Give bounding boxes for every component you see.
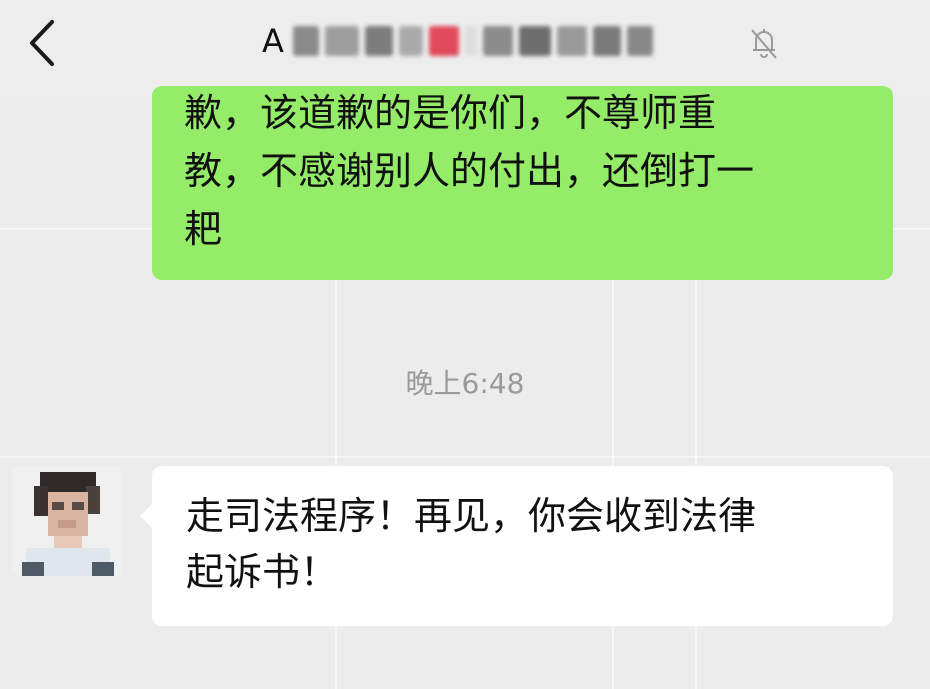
pixelated-avatar-image	[12, 466, 122, 576]
sent-message-bubble[interactable]: 歉，该道歉的是你们，不尊师重 教，不感谢别人的付出，还倒打一 耙	[152, 86, 893, 280]
grid-line	[0, 456, 930, 458]
received-message-bubble[interactable]: 走司法程序！再见，你会收到法律 起诉书！	[140, 466, 893, 626]
message-line: 耙	[184, 207, 223, 251]
redacted-name	[292, 26, 653, 56]
message-line: 走司法程序！再见，你会收到法律	[186, 494, 757, 538]
message-timestamp: 晚上6:48	[405, 367, 525, 400]
chat-title-text: A	[262, 22, 285, 60]
message-line: 起诉书！	[186, 550, 339, 594]
bell-off-icon	[751, 29, 777, 59]
chevron-left-icon	[30, 20, 54, 66]
message-line: 歉，该道歉的是你们，不尊师重	[184, 91, 717, 135]
chat-header: A	[0, 0, 930, 100]
chat-title: A	[262, 14, 653, 68]
mute-button[interactable]	[744, 22, 784, 62]
back-button[interactable]	[20, 14, 70, 72]
message-line: 教，不感谢别人的付出，还倒打一	[184, 149, 755, 193]
contact-avatar[interactable]	[12, 466, 122, 576]
